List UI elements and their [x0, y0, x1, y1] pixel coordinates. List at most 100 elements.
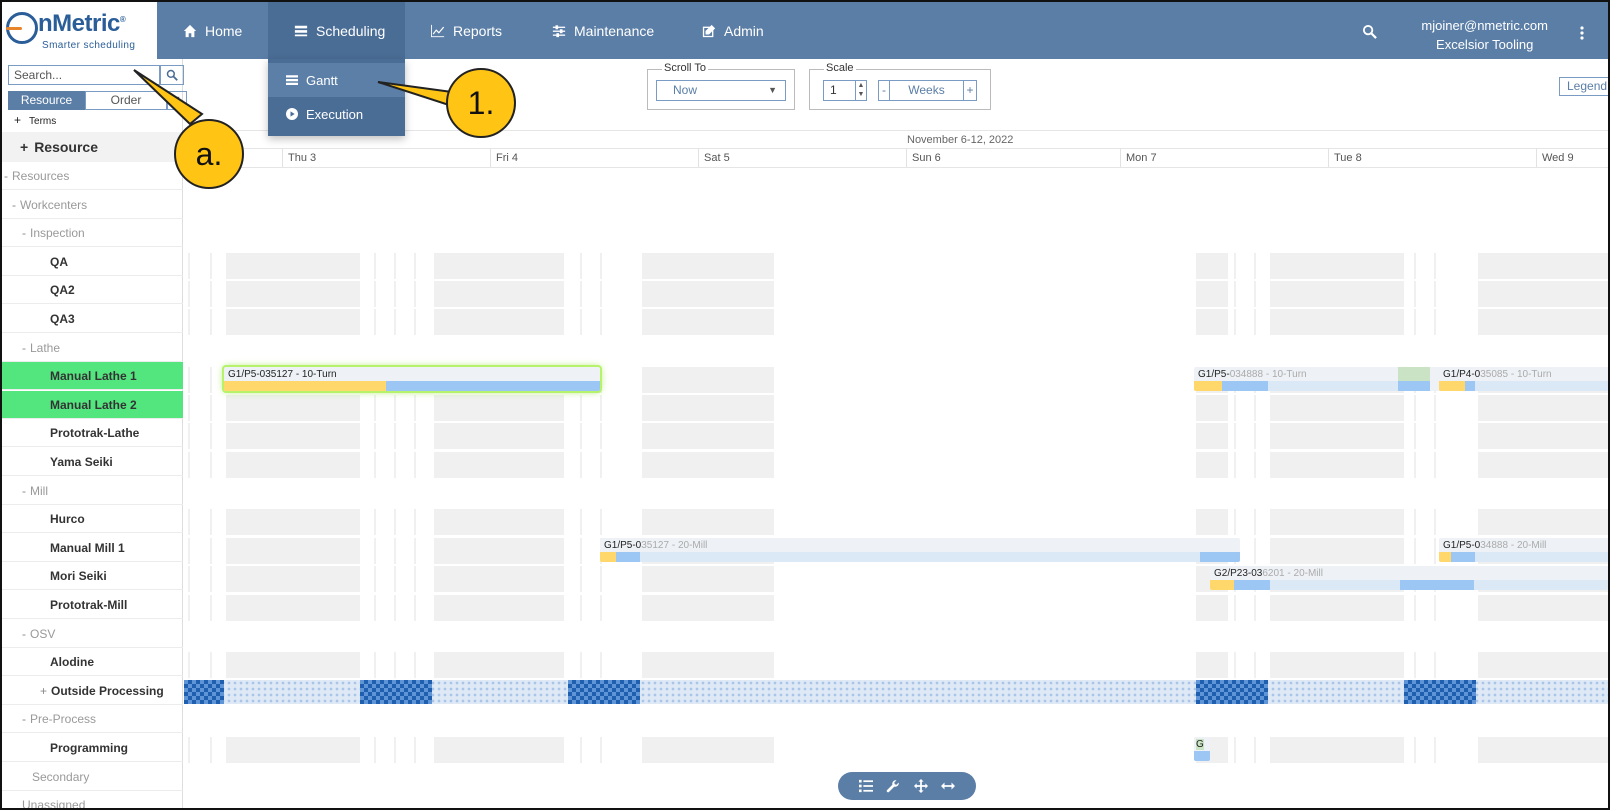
gantt-lane[interactable]	[184, 395, 1608, 421]
shift-gap	[600, 423, 602, 449]
tree-row-label: QA	[50, 254, 68, 269]
tree-row[interactable]: Unassigned	[2, 791, 183, 808]
job-bar[interactable]: G	[1194, 737, 1210, 761]
tree-row[interactable]: Prototrak-Mill	[2, 591, 183, 619]
list-icon[interactable]	[858, 779, 873, 793]
tree-row[interactable]: Manual Lathe 2	[2, 390, 183, 419]
scale-minus-button[interactable]: -	[878, 80, 890, 101]
job-bar[interactable]: G1/P5-035127 - 10-Turn	[224, 367, 600, 391]
expand-icon[interactable]: +	[40, 684, 47, 698]
gantt-lane[interactable]	[184, 309, 1608, 335]
scale-number-input[interactable]: 1 ▲ ▼	[823, 80, 867, 101]
tree-row[interactable]: Manual Lathe 1	[2, 362, 183, 391]
tree-row[interactable]: Programming	[2, 734, 183, 762]
day-separator	[490, 149, 491, 167]
tree-row[interactable]: Secondary	[2, 763, 183, 791]
non-working-shade	[1478, 253, 1608, 279]
gantt-tools	[838, 772, 976, 800]
tree-row[interactable]: Alodine	[2, 648, 183, 677]
terms-row[interactable]: + Terms	[14, 113, 56, 127]
tree-row[interactable]: - Pre-Process	[2, 705, 183, 734]
tree-row[interactable]: + Outside Processing	[2, 677, 183, 705]
osv-block[interactable]	[1404, 680, 1476, 704]
shift-gap	[374, 737, 376, 763]
job-bar[interactable]: G2/P23-036201 - 20-Mill	[1210, 566, 1608, 590]
scale-plus-button[interactable]: +	[963, 80, 977, 101]
tab-order[interactable]: Order	[85, 91, 167, 110]
shift-gap	[1434, 595, 1436, 621]
collapse-icon[interactable]: -	[22, 226, 26, 240]
job-run-bar	[1398, 381, 1430, 391]
day-label: Sun 6	[912, 152, 941, 164]
nav-home[interactable]: Home	[183, 2, 261, 59]
collapse-icon[interactable]: -	[22, 712, 26, 726]
non-working-shade	[1478, 509, 1608, 535]
tree-row[interactable]: - Workcenters	[2, 191, 183, 219]
spinner-icon[interactable]: ▲ ▼	[855, 81, 866, 100]
menu-item-execution[interactable]: Execution	[268, 97, 405, 131]
app-frame: nMetric® Smarter scheduling Home Schedul…	[0, 0, 1610, 810]
nav-maintenance[interactable]: Maintenance	[552, 2, 654, 59]
collapse-icon[interactable]: -	[22, 484, 26, 498]
search-input[interactable]: Search...	[8, 65, 160, 85]
job-setup-bar	[224, 381, 386, 391]
tree-row[interactable]: - Inspection	[2, 219, 183, 248]
shift-gap	[1434, 538, 1436, 564]
collapse-icon[interactable]: -	[22, 341, 26, 355]
nav-scheduling[interactable]: Scheduling	[268, 2, 405, 59]
menu-item-gantt[interactable]: Gantt	[268, 63, 405, 97]
shift-gap	[1434, 423, 1436, 449]
gantt-lane[interactable]	[184, 595, 1608, 621]
job-bar[interactable]: G1/P4-035085 - 10-Turn	[1439, 367, 1608, 391]
osv-block[interactable]	[568, 680, 640, 704]
tree-row[interactable]: Mori Seiki	[2, 562, 183, 591]
nav-admin[interactable]: Admin	[702, 2, 764, 59]
gantt-lane[interactable]	[184, 652, 1608, 678]
job-bar[interactable]: G1/P5-035127 - 20-Mill	[600, 538, 1240, 562]
tree-row[interactable]: Manual Mill 1	[2, 534, 183, 562]
search-button[interactable]	[160, 65, 184, 85]
collapse-icon[interactable]: -	[4, 169, 8, 183]
tree-row[interactable]: Hurco	[2, 505, 183, 534]
gantt-lane[interactable]	[184, 509, 1608, 535]
tree-row[interactable]: Prototrak-Lathe	[2, 419, 183, 448]
tree-row[interactable]: - Mill	[2, 477, 183, 505]
collapse-icon[interactable]: -	[12, 198, 16, 212]
global-search-button[interactable]	[1362, 24, 1377, 42]
legend-button[interactable]: Legend	[1559, 77, 1608, 96]
view-dropdown-button[interactable]: ▾	[167, 91, 187, 110]
tree-row[interactable]: - Resources	[2, 162, 183, 190]
gantt-lane[interactable]	[184, 281, 1608, 307]
logo[interactable]: nMetric® Smarter scheduling	[2, 2, 157, 59]
resource-header[interactable]: + Resource	[2, 132, 183, 162]
osv-block[interactable]	[184, 680, 224, 704]
tree-row[interactable]: QA3	[2, 305, 183, 333]
tab-resource[interactable]: Resource	[8, 91, 85, 110]
osv-block[interactable]	[360, 680, 432, 704]
scroll-to-select[interactable]: Now ▼	[656, 80, 786, 101]
collapse-icon[interactable]: -	[22, 627, 26, 641]
shift-gap	[1254, 737, 1256, 763]
gantt-lane[interactable]	[184, 423, 1608, 449]
more-menu-button[interactable]	[1579, 26, 1585, 43]
gantt-lane[interactable]	[184, 253, 1608, 279]
gantt-lane[interactable]	[184, 737, 1608, 763]
nav-reports[interactable]: Reports	[431, 2, 502, 59]
shift-gap	[1234, 595, 1236, 621]
non-working-shade	[642, 309, 774, 335]
move-icon[interactable]	[913, 779, 928, 793]
shift-gap	[1234, 309, 1236, 335]
job-bar[interactable]: G1/P5-034888 - 20-Mill	[1439, 538, 1608, 562]
horizontal-resize-icon[interactable]	[941, 779, 956, 793]
tree-row[interactable]: QA2	[2, 276, 183, 305]
osv-block[interactable]	[1196, 680, 1268, 704]
user-info[interactable]: mjoiner@nmetric.com Excelsior Tooling	[1421, 16, 1548, 54]
tree-row[interactable]: - OSV	[2, 620, 183, 648]
gantt-lane[interactable]	[184, 452, 1608, 478]
job-label: G1/P4-035085 - 10-Turn	[1443, 369, 1552, 380]
wrench-icon[interactable]	[886, 779, 900, 793]
non-working-shade	[226, 737, 360, 763]
tree-row[interactable]: - Lathe	[2, 334, 183, 362]
tree-row[interactable]: Yama Seiki	[2, 448, 183, 476]
tree-row[interactable]: QA	[2, 248, 183, 276]
